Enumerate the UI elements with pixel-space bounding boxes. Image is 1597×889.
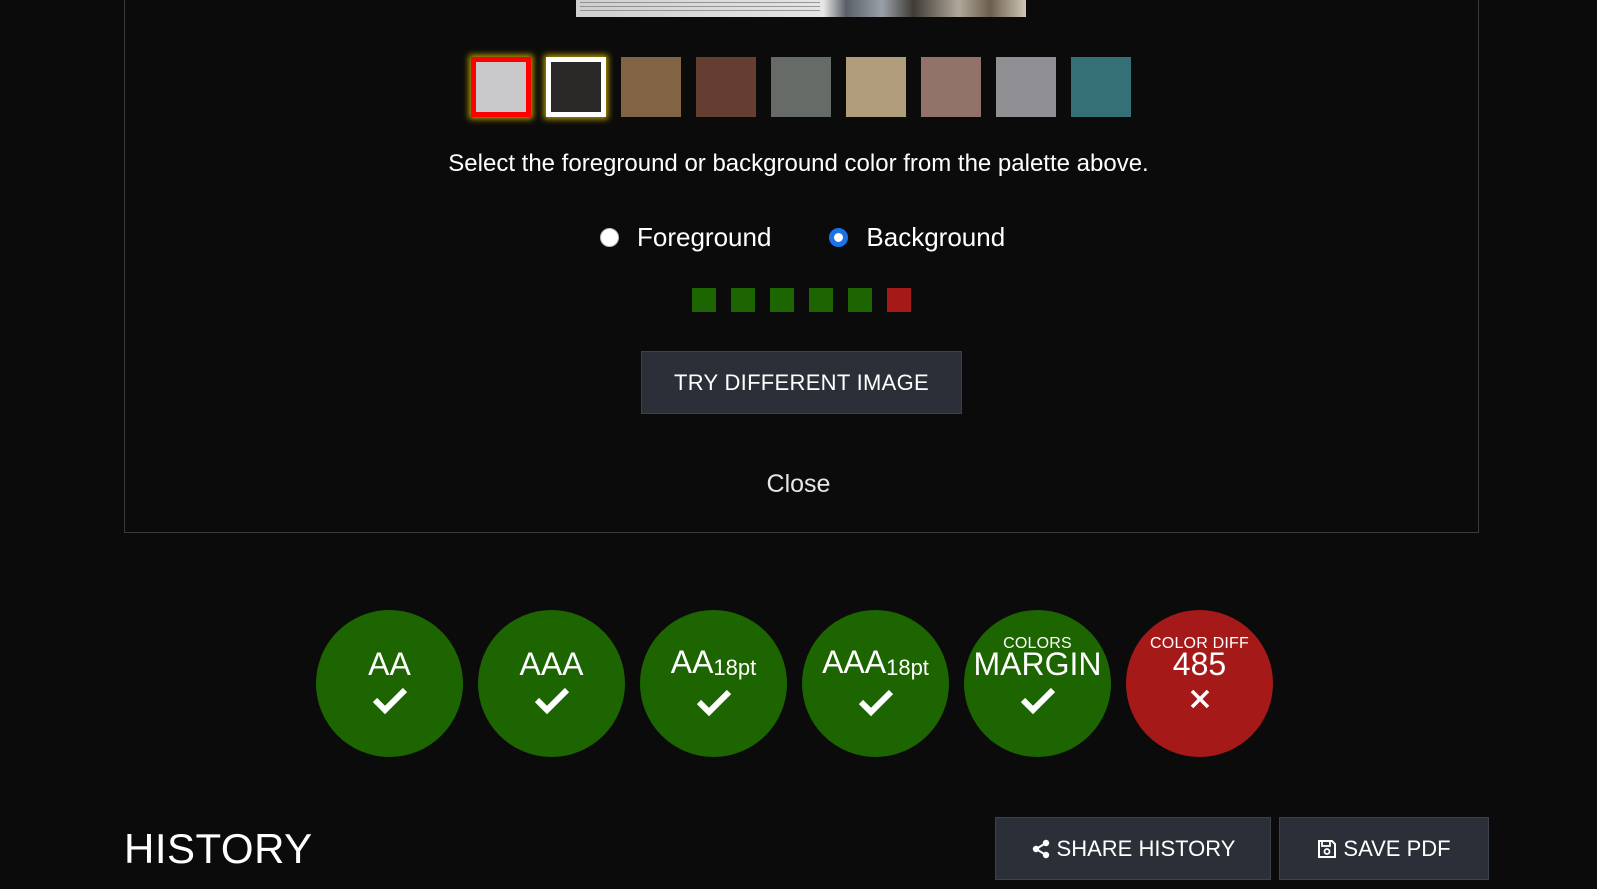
indicator-dot [731, 288, 755, 312]
check-icon [534, 687, 569, 714]
contrast-results: AA AAA AA18pt AAA18pt COLORS MARGIN COLOR DIFF… [316, 610, 1273, 757]
instruction-text: Select the foreground or background colo… [448, 150, 1149, 177]
foreground-radio[interactable] [600, 228, 619, 247]
palette-swatch[interactable] [471, 57, 531, 117]
check-icon [1020, 687, 1055, 714]
background-radio[interactable] [829, 228, 849, 247]
palette-swatch[interactable] [546, 57, 606, 117]
indicator-dot [848, 288, 872, 312]
background-option[interactable]: Background [829, 222, 1005, 253]
result-circle: AAA [478, 610, 625, 757]
result-label: AA [368, 645, 411, 682]
check-icon [696, 689, 731, 716]
foreground-label: Foreground [637, 222, 772, 252]
result-indicator-dots [692, 288, 911, 312]
result-top-label: COLORS [1003, 635, 1072, 652]
result-label-suffix: 18pt [713, 654, 757, 680]
palette-swatch[interactable] [846, 57, 906, 117]
result-circle: AAA18pt [802, 610, 949, 757]
result-circle: AA [316, 610, 463, 757]
share-history-button[interactable]: SHARE HISTORY [995, 817, 1271, 880]
result-circle: COLOR DIFF 485 [1126, 610, 1273, 757]
history-title: HISTORY [124, 825, 313, 872]
foreground-option[interactable]: Foreground [600, 222, 771, 253]
try-different-image-button[interactable]: TRY DIFFERENT IMAGE [641, 351, 962, 414]
share-history-label: SHARE HISTORY [1056, 835, 1236, 861]
color-palette [471, 57, 1131, 117]
palette-swatch[interactable] [996, 57, 1056, 117]
close-link[interactable]: Close [0, 470, 1597, 499]
share-icon [1032, 839, 1049, 858]
result-label: AA18pt [670, 643, 757, 680]
preview-text-lines [580, 2, 820, 14]
x-icon [1190, 689, 1209, 708]
indicator-dot [692, 288, 716, 312]
check-icon [372, 687, 407, 714]
uploaded-image-preview [576, 0, 1026, 17]
palette-swatch[interactable] [1071, 57, 1131, 117]
color-target-radio-group: Foreground Background [600, 222, 1005, 253]
palette-swatch[interactable] [771, 57, 831, 117]
background-label: Background [866, 222, 1006, 252]
indicator-dot [770, 288, 794, 312]
palette-swatch[interactable] [921, 57, 981, 117]
save-pdf-label: SAVE PDF [1343, 835, 1451, 861]
save-pdf-button[interactable]: SAVE PDF [1279, 817, 1489, 880]
palette-swatch[interactable] [696, 57, 756, 117]
floppy-disk-icon [1318, 839, 1337, 858]
check-icon [858, 689, 893, 716]
result-circle: COLORS MARGIN [964, 610, 1111, 757]
result-circle: AA18pt [640, 610, 787, 757]
indicator-dot [809, 288, 833, 312]
result-label: AAA [519, 645, 584, 682]
palette-swatch[interactable] [621, 57, 681, 117]
result-label-suffix: 18pt [886, 654, 929, 680]
result-top-label: COLOR DIFF [1150, 635, 1249, 652]
indicator-dot [887, 288, 911, 312]
result-label: AAA18pt [822, 643, 929, 680]
